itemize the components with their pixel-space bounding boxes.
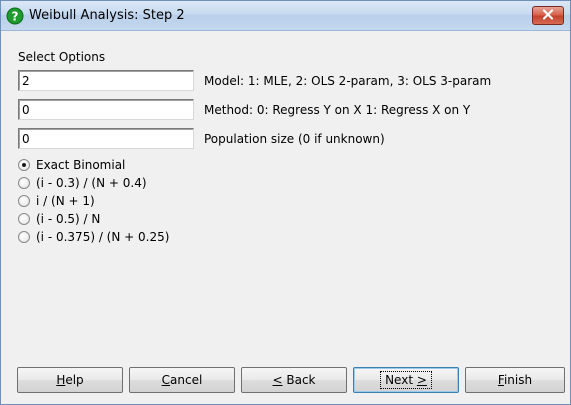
title-bar[interactable]: ? Weibull Analysis: Step 2: [1, 1, 570, 31]
close-icon: [542, 8, 554, 23]
svg-text:?: ?: [12, 10, 19, 24]
radio-i-minus-0.5[interactable]: (i - 0.5) / N: [18, 211, 100, 227]
radio-label: (i - 0.5) / N: [36, 212, 101, 226]
method-input[interactable]: 0: [18, 99, 194, 120]
radio-i-over-n-plus-1[interactable]: i / (N + 1): [18, 193, 95, 209]
method-label: Method: 0: Regress Y on X 1: Regress X o…: [204, 103, 471, 117]
dialog-window: ? Weibull Analysis: Step 2 Select Option…: [0, 0, 571, 405]
radio-button[interactable]: [18, 231, 30, 243]
radio-exact-binomial[interactable]: Exact Binomial: [18, 157, 125, 173]
select-options-label: Select Options: [18, 50, 106, 64]
radio-button[interactable]: [18, 195, 30, 207]
radio-button[interactable]: [18, 159, 30, 171]
cancel-button-label: Cancel: [161, 373, 203, 387]
close-button[interactable]: [532, 6, 564, 25]
finish-button[interactable]: Finish: [465, 367, 565, 393]
radio-label: (i - 0.375) / (N + 0.25): [36, 230, 170, 244]
help-button-label: Help: [56, 373, 84, 387]
radio-i-minus-0.375[interactable]: (i - 0.375) / (N + 0.25): [18, 229, 169, 245]
radio-label: i / (N + 1): [36, 194, 95, 208]
radio-button[interactable]: [18, 177, 30, 189]
back-button-label: < Back: [272, 373, 316, 387]
population-size-label: Population size (0 if unknown): [204, 132, 385, 146]
radio-label: Exact Binomial: [36, 158, 126, 172]
radio-label: (i - 0.3) / (N + 0.4): [36, 176, 147, 190]
radio-button[interactable]: [18, 213, 30, 225]
next-button-label: Next >: [380, 371, 432, 389]
help-button[interactable]: Help: [17, 367, 123, 393]
radio-i-minus-0.3[interactable]: (i - 0.3) / (N + 0.4): [18, 175, 147, 191]
back-button[interactable]: < Back: [241, 367, 347, 393]
finish-button-label: Finish: [497, 373, 533, 387]
cancel-button[interactable]: Cancel: [129, 367, 235, 393]
help-question-icon: ?: [6, 7, 24, 25]
model-label: Model: 1: MLE, 2: OLS 2-param, 3: OLS 3-…: [204, 74, 492, 88]
population-size-input[interactable]: 0: [18, 128, 194, 149]
window-title: Weibull Analysis: Step 2: [29, 8, 185, 23]
next-button[interactable]: Next >: [353, 367, 459, 393]
model-input[interactable]: 2: [18, 70, 194, 91]
